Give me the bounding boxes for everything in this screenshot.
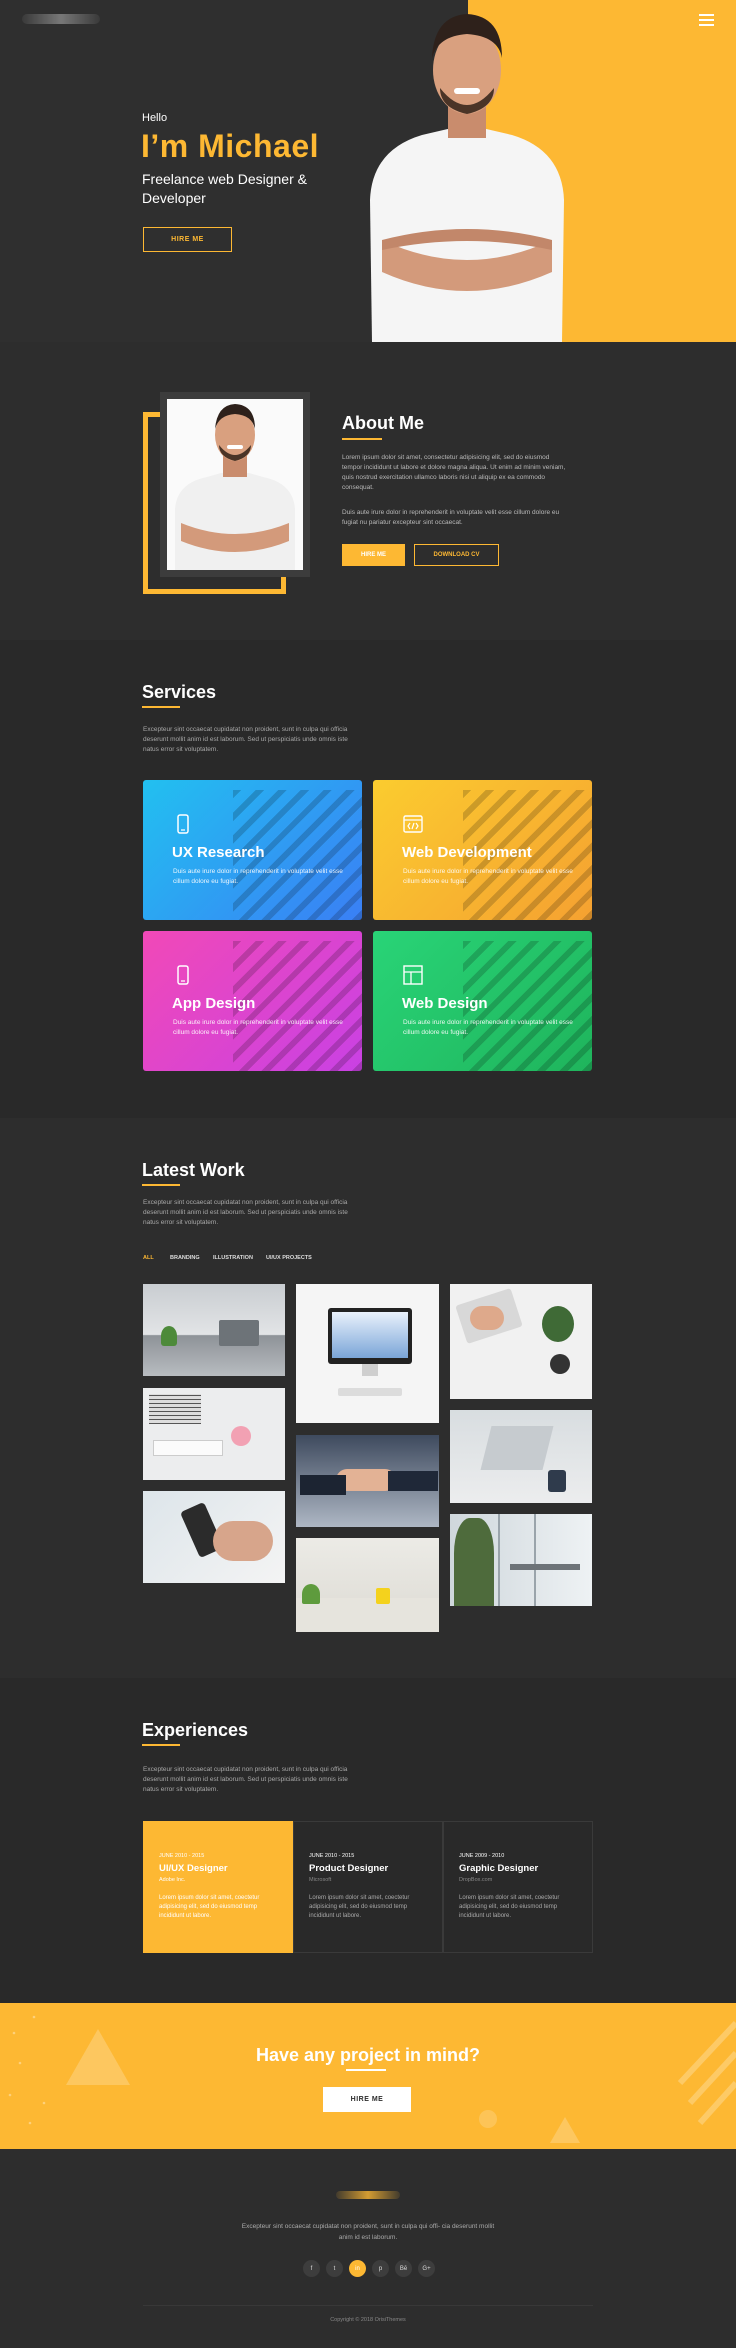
mobile-icon: [177, 965, 189, 985]
google-plus-icon[interactable]: G+: [418, 2260, 435, 2277]
work-description: Excepteur sint occaecat cupidatat non pr…: [143, 1199, 348, 1226]
linkedin-icon[interactable]: in: [349, 2260, 366, 2277]
cta-hire-button[interactable]: HIRE ME: [323, 2087, 411, 2112]
service-card-web-design[interactable]: Web Design Duis aute irure dolor in repr…: [373, 931, 592, 1071]
facebook-icon[interactable]: f: [303, 2260, 320, 2277]
service-card-ux-research[interactable]: UX Research Duis aute irure dolor in rep…: [143, 780, 362, 920]
site-logo[interactable]: [22, 14, 100, 24]
work-title: Latest Work: [142, 1160, 245, 1180]
footer: Excepteur sint occaecat cupidatat non pr…: [0, 2149, 736, 2348]
services-section: Services Excepteur sint occaecat cupidat…: [0, 640, 736, 1118]
work-item[interactable]: [296, 1435, 439, 1527]
filter-uiux-projects[interactable]: UI/UX PROJECTS: [266, 1255, 312, 1261]
filter-branding[interactable]: BRANDING: [170, 1255, 200, 1261]
services-description: Excepteur sint occaecat cupidatat non pr…: [143, 726, 348, 753]
experience-desc: Lorem ipsum dolor sit amet, coectetur ad…: [159, 1895, 260, 1919]
work-item[interactable]: [450, 1514, 592, 1606]
service-title: Web Design: [402, 995, 488, 1012]
about-section: About Me Lorem ipsum dolor sit amet, con…: [0, 342, 736, 640]
cta-title: Have any project in mind?: [255, 2045, 481, 2065]
about-paragraph-1: Lorem ipsum dolor sit amet, consectetur …: [342, 454, 566, 491]
about-paragraph-2: Duis aute irure dolor in reprehenderit i…: [342, 509, 560, 526]
filter-illustration[interactable]: ILLUSTRATION: [213, 1255, 253, 1261]
hero-hire-button[interactable]: HIRE ME: [143, 227, 232, 252]
footer-text: Excepteur sint occaecat cupidatat non pr…: [241, 2223, 495, 2241]
service-text: Duis aute irure dolor in reprehenderit i…: [173, 868, 343, 885]
cta-title-underline: [346, 2069, 386, 2071]
work-item[interactable]: [450, 1284, 592, 1399]
about-title-underline: [342, 438, 382, 440]
experiences-description: Excepteur sint occaecat cupidatat non pr…: [143, 1766, 348, 1793]
about-hire-button[interactable]: HIRE ME: [342, 544, 405, 566]
filter-all[interactable]: ALL: [143, 1255, 154, 1261]
work-title-underline: [142, 1184, 180, 1186]
work-item[interactable]: [296, 1284, 439, 1423]
experience-card-graphic-designer[interactable]: JUNE 2009 - 2010 Graphic Designer DropBo…: [443, 1821, 593, 1953]
hero-name: I’m Michael: [141, 128, 319, 164]
footer-divider: [143, 2305, 593, 2306]
service-text: Duis aute irure dolor in reprehenderit i…: [403, 1019, 573, 1036]
experiences-title: Experiences: [142, 1720, 249, 1740]
work-item[interactable]: [143, 1284, 285, 1376]
experience-date: JUNE 2010 - 2015: [309, 1853, 355, 1859]
cta-section: Have any project in mind? HIRE ME: [0, 2003, 736, 2149]
experience-card-product-designer[interactable]: JUNE 2010 - 2015 Product Designer Micros…: [293, 1821, 443, 1953]
latest-work-section: Latest Work Excepteur sint occaecat cupi…: [0, 1118, 736, 1678]
hero-subtitle: Freelance web Designer & Developer: [142, 171, 307, 206]
work-item[interactable]: [450, 1410, 592, 1503]
experience-desc: Lorem ipsum dolor sit amet, coectetur ad…: [459, 1895, 560, 1919]
hero-person-image: [352, 10, 582, 342]
experiences-title-underline: [142, 1744, 180, 1746]
services-title-underline: [142, 706, 180, 708]
service-title: App Design: [172, 995, 256, 1012]
service-card-app-design[interactable]: App Design Duis aute irure dolor in repr…: [143, 931, 362, 1071]
service-text: Duis aute irure dolor in reprehenderit i…: [173, 1019, 343, 1036]
experience-company: Microsoft: [309, 1877, 332, 1883]
work-item[interactable]: [296, 1538, 439, 1632]
hero-section: Hello I’m Michael Freelance web Designer…: [0, 0, 736, 342]
mobile-icon: [177, 814, 189, 834]
footer-logo[interactable]: [336, 2191, 400, 2199]
layout-icon: [403, 965, 423, 985]
service-card-web-development[interactable]: Web Development Duis aute irure dolor in…: [373, 780, 592, 920]
cta-decorative-shapes: [8, 2015, 736, 2143]
twitter-icon[interactable]: t: [326, 2260, 343, 2277]
experience-date: JUNE 2009 - 2010: [459, 1853, 505, 1859]
services-title: Services: [142, 682, 217, 702]
about-photo: [160, 392, 310, 577]
experience-date: JUNE 2010 - 2015: [159, 1853, 205, 1859]
service-text: Duis aute irure dolor in reprehenderit i…: [403, 868, 573, 885]
work-item[interactable]: [143, 1491, 285, 1583]
pinterest-icon[interactable]: p: [372, 2260, 389, 2277]
service-title: Web Development: [402, 844, 532, 861]
service-title: UX Research: [172, 844, 265, 861]
hamburger-menu-icon[interactable]: [699, 14, 714, 26]
experience-role: UI/UX Designer: [159, 1863, 228, 1874]
about-frame-accent-right: [281, 577, 286, 594]
experiences-section: Experiences Excepteur sint occaecat cupi…: [0, 1678, 736, 2003]
hero-greeting: Hello: [142, 112, 168, 124]
experience-company: DropBox.com: [459, 1877, 493, 1883]
experience-company: Adobe Inc.: [159, 1877, 186, 1883]
copyright-text: Copyright © 2018 OrisiThemes: [330, 2317, 406, 2323]
work-item[interactable]: [143, 1388, 285, 1480]
experience-desc: Lorem ipsum dolor sit amet, coectetur ad…: [309, 1895, 410, 1919]
about-title: About Me: [342, 413, 424, 433]
about-frame-accent-top: [143, 412, 161, 417]
experience-role: Product Designer: [309, 1863, 389, 1874]
experience-card-uiux-designer[interactable]: JUNE 2010 - 2015 UI/UX Designer Adobe In…: [143, 1821, 293, 1953]
experience-role: Graphic Designer: [459, 1863, 539, 1874]
behance-icon[interactable]: Bē: [395, 2260, 412, 2277]
code-window-icon: [403, 815, 423, 833]
download-cv-button[interactable]: DOWNLOAD CV: [414, 544, 499, 566]
